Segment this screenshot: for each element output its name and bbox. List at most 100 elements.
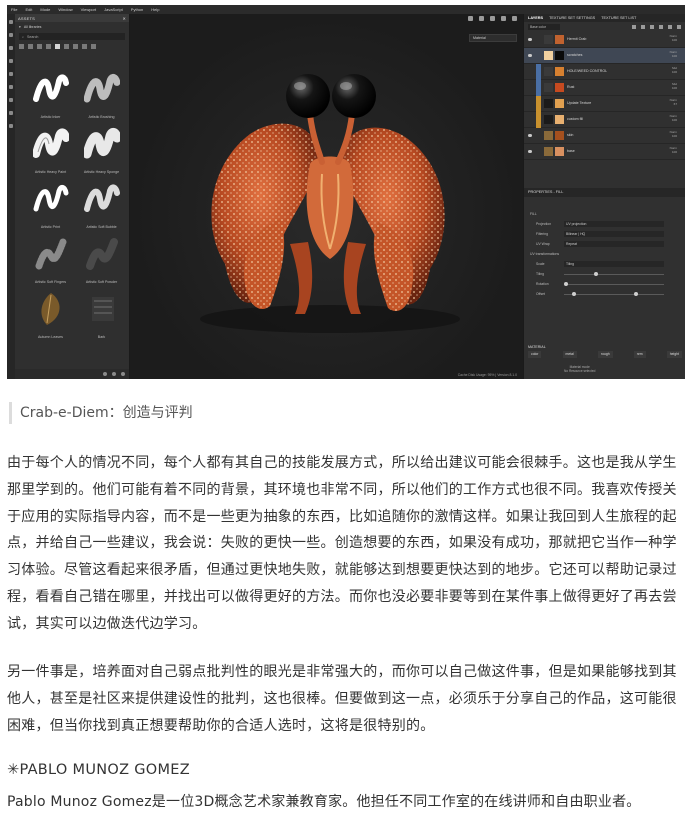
brush-tile[interactable]: Bark xyxy=(78,289,125,341)
menu-viewport[interactable]: Viewport xyxy=(81,7,97,12)
add-fill-layer-icon[interactable] xyxy=(659,25,663,29)
tab-texture-set-settings[interactable]: TEXTURE SET SETTINGS xyxy=(549,16,595,20)
view-mode-icon[interactable] xyxy=(103,372,107,376)
layer-row[interactable]: custom fill Norm 100 xyxy=(524,112,685,128)
bake-icon[interactable] xyxy=(9,124,13,128)
brush-tile[interactable]: Artistic Soft Powder xyxy=(78,234,125,286)
brush-tile[interactable]: Artistic Inker xyxy=(27,69,74,121)
paint-tool-icon[interactable] xyxy=(9,20,13,24)
menu-javascript[interactable]: JavaScript xyxy=(104,7,123,12)
menu-edit[interactable]: Edit xyxy=(25,7,32,12)
assets-footer xyxy=(15,369,129,379)
layer-name: HOLE/WEED CONTROL xyxy=(567,69,608,73)
material-channel-button[interactable]: metal xyxy=(562,351,577,358)
layer-thumbnail xyxy=(544,115,553,124)
eraser-tool-icon[interactable] xyxy=(9,33,13,37)
color-picker-icon[interactable] xyxy=(9,111,13,115)
projection-dropdown[interactable]: UV projection xyxy=(564,221,664,227)
layer-row[interactable]: Rust Mul 100 xyxy=(524,80,685,96)
brush-tile[interactable]: Artistic Heavy Paint xyxy=(27,124,74,176)
filter-all-icon[interactable] xyxy=(19,44,24,49)
layer-blend: Mul 100 xyxy=(671,82,677,90)
filtering-label: Filtering xyxy=(536,232,549,236)
layer-row[interactable]: Hermit Crab Norm 100 xyxy=(524,32,685,48)
filter-filter-icon[interactable] xyxy=(82,44,87,49)
3d-viewport[interactable]: Material Cache Disk Usage: 95% | Version… xyxy=(130,14,523,379)
material-note: Material mode No Resource selected xyxy=(564,365,596,373)
filter-smart-material-icon[interactable] xyxy=(46,44,51,49)
brush-tile[interactable]: Artistic Brushing xyxy=(78,69,125,121)
filter-texture-icon[interactable] xyxy=(28,44,33,49)
add-paint-layer-icon[interactable] xyxy=(668,25,672,29)
channel-dropdown[interactable]: Base color xyxy=(528,24,560,30)
visibility-eye-icon[interactable] xyxy=(528,38,532,41)
brush-tile[interactable]: Artistic Soft Fingers xyxy=(27,234,74,286)
brush-tile[interactable]: Artistic Soft Bubble xyxy=(78,179,125,231)
projection-tool-icon[interactable] xyxy=(9,46,13,50)
brush-tile[interactable]: Autumn Leaves xyxy=(27,289,74,341)
rotation-slider[interactable] xyxy=(564,284,664,285)
layer-blend: Norm 100 xyxy=(669,34,677,42)
polygon-fill-icon[interactable] xyxy=(9,98,13,102)
visibility-eye-icon[interactable] xyxy=(528,150,532,153)
layer-name: Hermit Crab xyxy=(567,37,587,41)
filtering-dropdown[interactable]: Bilinear | HQ xyxy=(564,231,664,237)
tiling-slider[interactable] xyxy=(564,274,664,275)
material-channel-button[interactable]: rough xyxy=(597,351,613,358)
brush-tile[interactable]: Artistic Heavy Sponge xyxy=(78,124,125,176)
clone-tool-icon[interactable] xyxy=(9,85,13,89)
tiling-slider-handle[interactable] xyxy=(594,272,598,276)
assets-header: ASSETS ✕ xyxy=(15,14,129,22)
layer-row[interactable]: scratches Norm 100 xyxy=(524,48,685,64)
visibility-eye-icon[interactable] xyxy=(528,134,532,137)
zoom-icon[interactable] xyxy=(112,372,116,376)
layer-name: custom fill xyxy=(567,117,583,121)
filtering-row: Filtering Bilinear | HQ xyxy=(524,229,685,239)
layers-tab-bar: LAYERS TEXTURE SET SETTINGS TEXTURE SET … xyxy=(524,14,685,22)
add-effect-icon[interactable] xyxy=(632,25,636,29)
layer-color-swatch xyxy=(555,115,564,124)
library-selector[interactable]: ▾ All libraries xyxy=(15,22,129,31)
menu-file[interactable]: File xyxy=(11,7,17,12)
layer-row[interactable]: skin Norm 100 xyxy=(524,128,685,144)
add-folder-icon[interactable] xyxy=(650,25,654,29)
material-channel-button[interactable]: color xyxy=(528,351,542,358)
menu-window[interactable]: Window xyxy=(58,7,72,12)
menu-mode[interactable]: Mode xyxy=(40,7,50,12)
add-mask-icon[interactable] xyxy=(641,25,645,29)
close-icon[interactable]: ✕ xyxy=(122,16,126,21)
search-input[interactable]: ⌕ Search xyxy=(19,33,125,40)
offset-slider-handle[interactable] xyxy=(572,292,576,296)
tab-layers[interactable]: LAYERS xyxy=(528,16,543,20)
delete-layer-icon[interactable] xyxy=(677,25,681,29)
tab-texture-set-list[interactable]: TEXTURE SET LIST xyxy=(601,16,636,20)
menu-python[interactable]: Python xyxy=(131,7,143,12)
search-placeholder: Search xyxy=(27,34,39,39)
add-icon[interactable] xyxy=(121,372,125,376)
scale-dropdown[interactable]: Tiling xyxy=(564,261,664,267)
filter-material-icon[interactable] xyxy=(37,44,42,49)
layer-row[interactable]: Update Texture Norm 67 xyxy=(524,96,685,112)
filter-generator-icon[interactable] xyxy=(91,44,96,49)
tiling-row: Tiling xyxy=(524,269,685,279)
brush-tile[interactable]: Artistic Print xyxy=(27,179,74,231)
layer-row[interactable]: base Norm 100 xyxy=(524,144,685,160)
material-channel-button[interactable]: nrm xyxy=(633,351,646,358)
menu-help[interactable]: Help xyxy=(151,7,159,12)
smudge-tool-icon[interactable] xyxy=(9,72,13,76)
rotation-slider-handle[interactable] xyxy=(564,282,568,286)
offset-slider-handle[interactable] xyxy=(634,292,638,296)
material-channel-button[interactable]: height xyxy=(666,351,682,358)
layer-thumbnail xyxy=(544,51,553,60)
geometry-decal-icon[interactable] xyxy=(9,59,13,63)
tiling-label: Tiling xyxy=(536,272,544,276)
layer-blend: Norm 67 xyxy=(669,98,677,106)
filter-brush-icon[interactable] xyxy=(55,44,60,49)
filter-mask-icon[interactable] xyxy=(73,44,78,49)
layer-row[interactable]: HOLE/WEED CONTROL Mul 100 xyxy=(524,64,685,80)
filter-particle-icon[interactable] xyxy=(64,44,69,49)
offset-slider[interactable] xyxy=(564,294,664,295)
visibility-eye-icon[interactable] xyxy=(528,54,532,57)
uv-wrap-dropdown[interactable]: Repeat xyxy=(564,241,664,247)
rotation-row: Rotation xyxy=(524,279,685,289)
